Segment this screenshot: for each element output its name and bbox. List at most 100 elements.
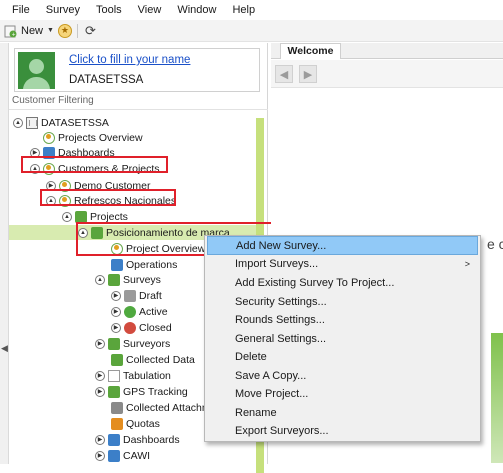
- arrow-left-icon[interactable]: ◀: [275, 65, 293, 83]
- tab-strip: Welcome: [271, 43, 503, 59]
- toolbar-separator: [76, 23, 78, 38]
- tree-node-draft[interactable]: ▶ Draft: [111, 288, 162, 303]
- survey-new-icon: +: [4, 25, 17, 38]
- tree-node-label: Collected Data: [126, 353, 195, 366]
- menu-item-add-new-survey[interactable]: Add New Survey...: [207, 236, 478, 255]
- tree-node-label: Tabulation: [123, 369, 171, 382]
- fill-name-link[interactable]: Click to fill in your name: [69, 54, 190, 66]
- expand-icon[interactable]: ▶: [95, 386, 105, 397]
- menu-help[interactable]: Help: [224, 0, 263, 20]
- expand-icon[interactable]: ▶: [111, 306, 121, 317]
- tree-node-projects-overview[interactable]: Projects Overview: [43, 130, 143, 145]
- expand-icon[interactable]: ▶: [111, 290, 121, 301]
- tree-node-label: Active: [139, 305, 168, 318]
- surveys-icon: [108, 273, 120, 286]
- menu-item-add-existing-survey[interactable]: Add Existing Survey To Project...: [207, 274, 478, 293]
- tree-node-label: Projects: [90, 210, 128, 223]
- collected-data-icon: [111, 353, 123, 366]
- closed-icon: [124, 321, 136, 334]
- collapse-icon[interactable]: ▲: [13, 117, 23, 128]
- tree-node-active[interactable]: ▶ Active: [111, 304, 168, 319]
- tree-node-label: Draft: [139, 289, 162, 302]
- tree-node-collected-data[interactable]: Collected Data: [111, 352, 195, 367]
- tree-node-label: Quotas: [126, 417, 160, 430]
- user-name: DATASETSSA: [69, 74, 144, 86]
- collapse-strip[interactable]: ◀: [0, 43, 9, 464]
- active-check-icon: [124, 305, 136, 318]
- dashboard-icon: [108, 433, 120, 446]
- tree-node-cawi[interactable]: ▶ CAWI: [95, 448, 150, 463]
- operations-icon: [111, 258, 123, 271]
- projects-icon: [75, 210, 87, 223]
- tree-node-label: GPS Tracking: [123, 385, 188, 398]
- collapse-icon[interactable]: ▲: [62, 211, 72, 222]
- tree-node-label: Operations: [126, 258, 178, 271]
- expand-icon[interactable]: ▶: [95, 338, 105, 349]
- user-card: Click to fill in your name DATASETSSA: [14, 48, 260, 92]
- collapse-arrow-icon[interactable]: ◀: [1, 343, 8, 354]
- menu-item-general-settings[interactable]: General Settings...: [207, 330, 478, 349]
- tree-node-operations[interactable]: Operations: [111, 257, 177, 272]
- tree-node-label: Surveyors: [123, 337, 171, 350]
- welcome-graphic: [491, 333, 503, 463]
- tree-node-collected-attachments[interactable]: Collected Attachm: [111, 400, 211, 415]
- new-button[interactable]: + New: [4, 22, 43, 40]
- avatar[interactable]: [18, 52, 55, 89]
- new-dropdown-icon[interactable]: ▼: [47, 27, 54, 34]
- menu-item-import-surveys[interactable]: Import Surveys... >: [207, 255, 478, 274]
- tree-node-label: Surveys: [123, 273, 161, 286]
- menu-tools[interactable]: Tools: [88, 0, 130, 20]
- menu-item-security-settings[interactable]: Security Settings...: [207, 293, 478, 312]
- menu-item-delete[interactable]: Delete: [207, 348, 478, 367]
- tree-node-gps-tracking[interactable]: ▶ GPS Tracking: [95, 384, 188, 399]
- tree-node-label: Dashboards: [123, 433, 180, 446]
- tree-node-surveys[interactable]: ▲ Surveys: [95, 272, 161, 287]
- menu-item-move-project[interactable]: Move Project...: [207, 385, 478, 404]
- welcome-text-fragment: e co: [487, 236, 503, 252]
- cawi-icon: [108, 449, 120, 462]
- menu-item-rename[interactable]: Rename: [207, 404, 478, 423]
- tree-node-tabulation[interactable]: ▶ Tabulation: [95, 368, 171, 383]
- draft-icon: [124, 289, 136, 302]
- menu-item-export-surveyors[interactable]: Export Surveyors...: [207, 422, 478, 441]
- star-icon[interactable]: ★: [57, 23, 72, 38]
- menu-item-save-copy[interactable]: Save A Copy...: [207, 367, 478, 386]
- tree-node-surveyors[interactable]: ▶ Surveyors: [95, 336, 170, 351]
- chevron-right-icon: >: [464, 259, 470, 269]
- tree-node-label: DATASETSSA: [41, 116, 109, 129]
- context-menu: Add New Survey... Import Surveys... > Ad…: [204, 235, 481, 442]
- menu-item-rounds-settings[interactable]: Rounds Settings...: [207, 311, 478, 330]
- overview-icon: [43, 131, 55, 144]
- gps-icon: [108, 385, 120, 398]
- tree-node-quotas[interactable]: Quotas: [111, 416, 160, 431]
- tree-node-label: Collected Attachm: [126, 401, 211, 414]
- quotas-icon: [111, 417, 123, 430]
- expand-icon[interactable]: ▶: [95, 370, 105, 381]
- building-icon: [26, 116, 38, 129]
- annotation-box-customers-projects: [21, 156, 168, 173]
- expand-icon[interactable]: ▶: [95, 434, 105, 445]
- expand-icon[interactable]: ▶: [111, 322, 121, 333]
- toolbar: + New ▼ ★ ⟳: [0, 20, 503, 42]
- menu-window[interactable]: Window: [169, 0, 224, 20]
- menu-survey[interactable]: Survey: [38, 0, 88, 20]
- customer-filtering-label: Customer Filtering: [12, 95, 94, 106]
- svg-text:+: +: [12, 32, 16, 38]
- tree-node-dashboards-project[interactable]: ▶ Dashboards: [95, 432, 180, 447]
- browser-nav-bar: ◀ ▶: [271, 60, 503, 88]
- attachment-icon: [111, 401, 123, 414]
- arrow-right-icon[interactable]: ▶: [299, 65, 317, 83]
- menu-item-label: Import Surveys...: [235, 258, 319, 270]
- menu-view[interactable]: View: [130, 0, 170, 20]
- tree-node-root[interactable]: ▲ DATASETSSA: [13, 115, 109, 130]
- menu-bar: File Survey Tools View Window Help: [0, 0, 503, 20]
- collapse-icon[interactable]: ▲: [95, 274, 105, 285]
- tree-node-closed[interactable]: ▶ Closed: [111, 320, 172, 335]
- expand-icon[interactable]: ▶: [95, 450, 105, 461]
- menu-file[interactable]: File: [0, 0, 38, 20]
- tree-node-label: CAWI: [123, 449, 151, 462]
- tree-node-label: Projects Overview: [58, 131, 143, 144]
- refresh-icon[interactable]: ⟳: [85, 23, 96, 39]
- annotation-box-refrescos: [40, 189, 176, 206]
- tab-welcome[interactable]: Welcome: [280, 43, 341, 59]
